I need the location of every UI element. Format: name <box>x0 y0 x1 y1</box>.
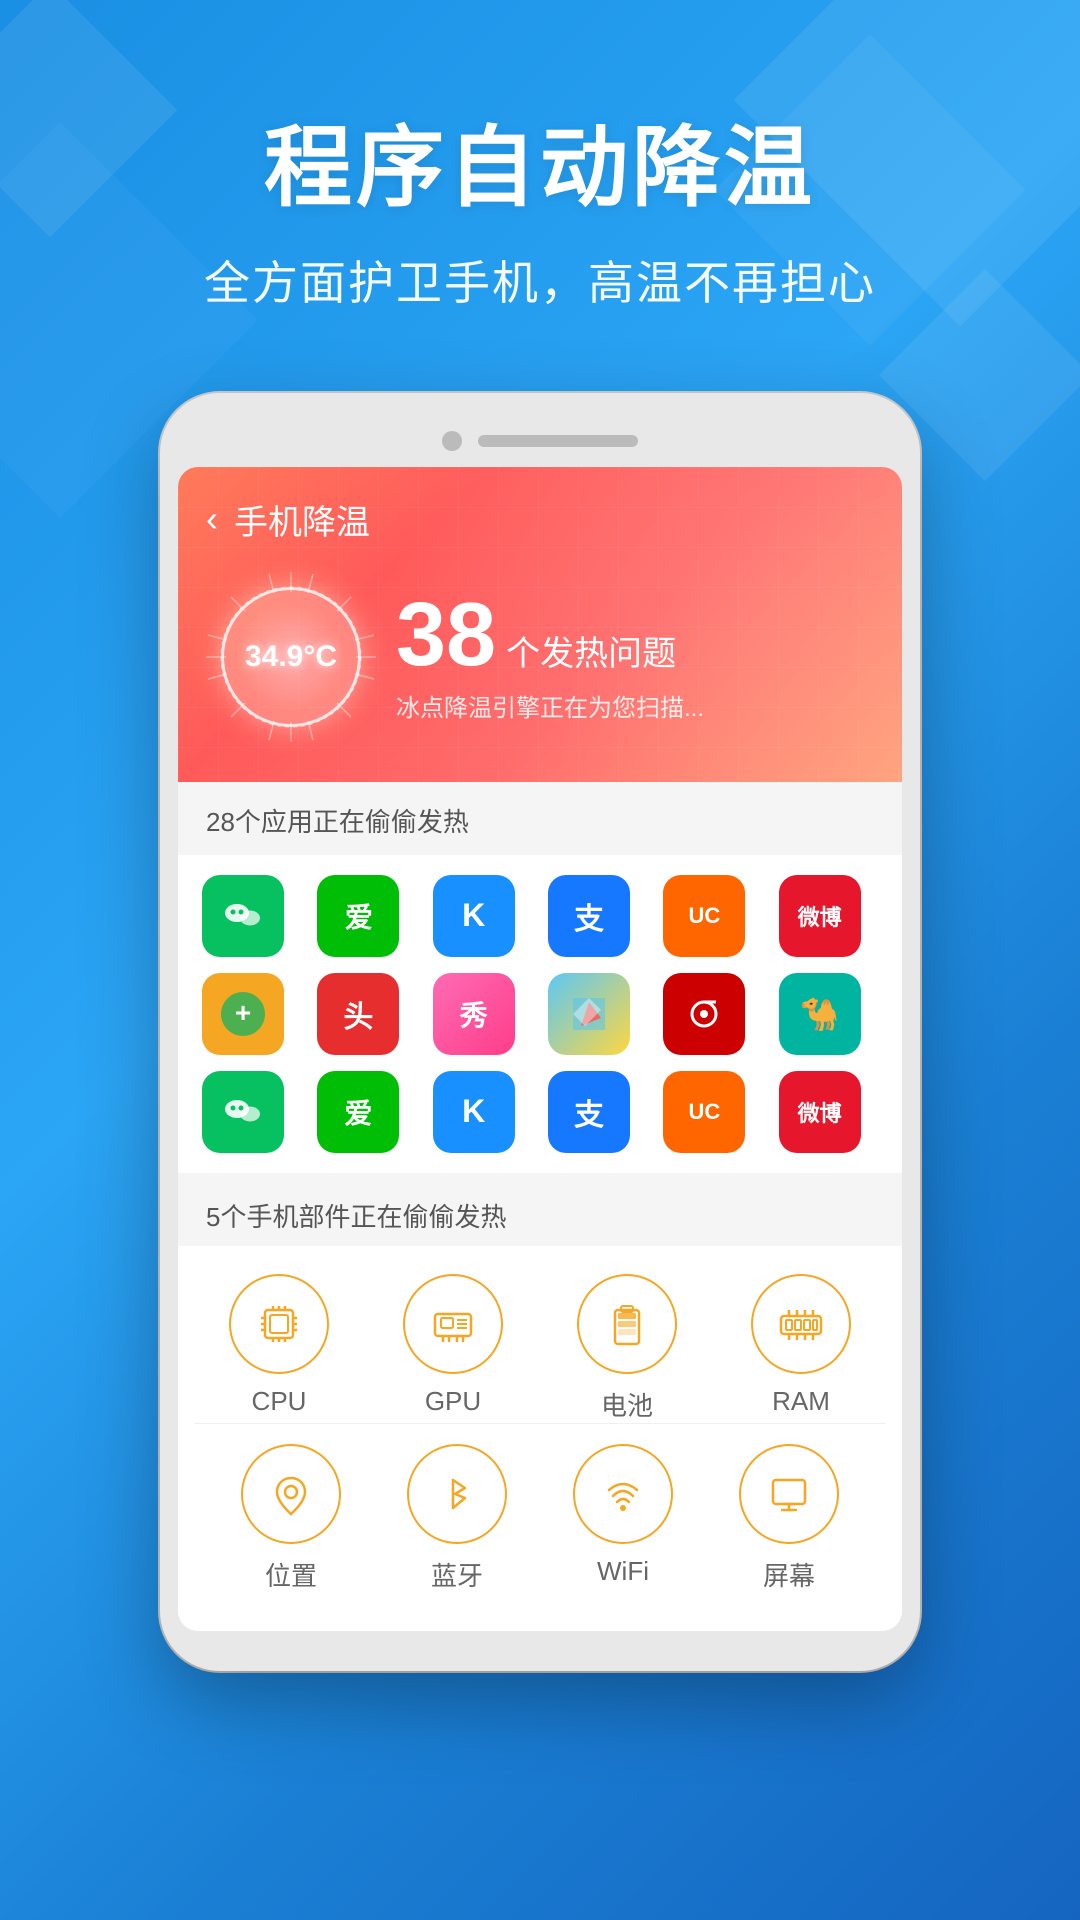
gpu-icon <box>425 1296 481 1352</box>
gpu-icon-circle <box>403 1274 503 1374</box>
list-item[interactable]: 🐪 <box>779 973 861 1055</box>
list-item[interactable]: 支 <box>548 875 630 957</box>
list-item[interactable]: 爱 <box>317 1071 399 1153</box>
phone-speaker <box>478 435 638 447</box>
ram-icon <box>773 1296 829 1352</box>
list-item[interactable]: 微博 <box>779 1071 861 1153</box>
list-item[interactable]: RAM <box>724 1274 878 1423</box>
list-item[interactable]: + <box>202 973 284 1055</box>
list-item[interactable]: K <box>433 1071 515 1153</box>
phone-screen: ‹ 手机降温 <box>178 467 902 1631</box>
bluetooth-icon-circle <box>407 1444 507 1544</box>
app-grid: 爱 K 支 UC 微博 <box>202 875 878 1153</box>
app-header: ‹ 手机降温 <box>178 467 902 782</box>
list-item[interactable]: 爱 <box>317 875 399 957</box>
phone-container: ‹ 手机降温 <box>0 393 1080 1731</box>
list-item[interactable]: 电池 <box>550 1274 704 1423</box>
phone-notch <box>178 423 902 467</box>
list-item[interactable] <box>202 1071 284 1153</box>
maps-app-icon <box>565 990 613 1038</box>
main-title: 程序自动降温 <box>60 120 1020 217</box>
battery-icon-circle <box>577 1274 677 1374</box>
phone-mockup: ‹ 手机降温 <box>160 393 920 1671</box>
list-item[interactable]: UC <box>663 875 745 957</box>
phone-camera <box>442 431 462 451</box>
list-item[interactable] <box>663 973 745 1055</box>
list-item[interactable]: 屏幕 <box>716 1444 862 1593</box>
netease-icon <box>680 990 728 1038</box>
location-icon-circle <box>241 1444 341 1544</box>
hardware-section-label: 5个手机部件正在偷偷发热 <box>178 1177 902 1246</box>
heat-number: 38 <box>396 590 496 680</box>
cpu-icon <box>251 1296 307 1352</box>
temperature-gauge: 34.9°C <box>206 572 376 742</box>
app-title: 手机降温 <box>234 495 370 544</box>
cpu-icon-circle <box>229 1274 329 1374</box>
list-item[interactable]: 支 <box>548 1071 630 1153</box>
screen-icon <box>761 1466 817 1522</box>
back-button[interactable]: ‹ <box>206 498 218 540</box>
header-section: 程序自动降温 全方面护卫手机，高温不再担心 <box>0 0 1080 393</box>
list-item[interactable]: 微博 <box>779 875 861 957</box>
cpu-label: CPU <box>252 1386 307 1417</box>
ram-label: RAM <box>772 1386 830 1417</box>
hardware-grid-row2: 位置 蓝牙 <box>194 1423 886 1603</box>
list-item[interactable]: GPU <box>376 1274 530 1423</box>
location-icon <box>263 1466 319 1522</box>
location-label: 位置 <box>265 1556 317 1593</box>
bluetooth-label: 蓝牙 <box>431 1556 483 1593</box>
ram-icon-circle <box>751 1274 851 1374</box>
wifi-icon <box>595 1466 651 1522</box>
sub-title: 全方面护卫手机，高温不再担心 <box>60 247 1020 313</box>
wifi-label: WiFi <box>597 1556 649 1587</box>
list-item[interactable]: 位置 <box>218 1444 364 1593</box>
temperature-circle: 34.9°C <box>221 587 361 727</box>
list-item[interactable] <box>548 973 630 1055</box>
list-item[interactable]: 头 <box>317 973 399 1055</box>
apps-section-label: 28个应用正在偷偷发热 <box>178 782 902 851</box>
heat-info: 38 个发热问题 冰点降温引擎正在为您扫描... <box>396 590 874 723</box>
svg-text:+: + <box>235 997 251 1028</box>
hardware-section: 5个手机部件正在偷偷发热 <box>178 1177 902 1631</box>
screen-label: 屏幕 <box>763 1556 815 1593</box>
list-item[interactable]: K <box>433 875 515 957</box>
screen-icon-circle <box>739 1444 839 1544</box>
list-item[interactable]: 秀 <box>433 973 515 1055</box>
hardware-grid-row1: CPU <box>194 1274 886 1423</box>
list-item[interactable]: CPU <box>202 1274 356 1423</box>
app-grid-section: 爱 K 支 UC 微博 <box>178 855 902 1173</box>
hardware-grid-section: CPU <box>178 1246 902 1631</box>
gpu-label: GPU <box>425 1386 481 1417</box>
heat-label: 个发热问题 <box>506 626 676 675</box>
list-item[interactable]: WiFi <box>550 1444 696 1593</box>
wechat-icon <box>220 893 266 939</box>
battery-label: 电池 <box>601 1386 653 1423</box>
heat-desc: 冰点降温引擎正在为您扫描... <box>396 688 874 723</box>
temperature-value: 34.9°C <box>245 640 337 674</box>
list-item[interactable]: 蓝牙 <box>384 1444 530 1593</box>
battery-icon <box>599 1296 655 1352</box>
list-item[interactable]: UC <box>663 1071 745 1153</box>
doctor-app-icon: + <box>218 989 268 1039</box>
temperature-row: 34.9°C 38 个发热问题 冰点降温引擎正在为您扫描... <box>206 572 874 742</box>
list-item[interactable] <box>202 875 284 957</box>
app-nav: ‹ 手机降温 <box>206 495 874 544</box>
wifi-icon-circle <box>573 1444 673 1544</box>
bluetooth-icon <box>429 1466 485 1522</box>
heat-count-row: 38 个发热问题 <box>396 590 874 680</box>
wechat-icon-2 <box>220 1089 266 1135</box>
